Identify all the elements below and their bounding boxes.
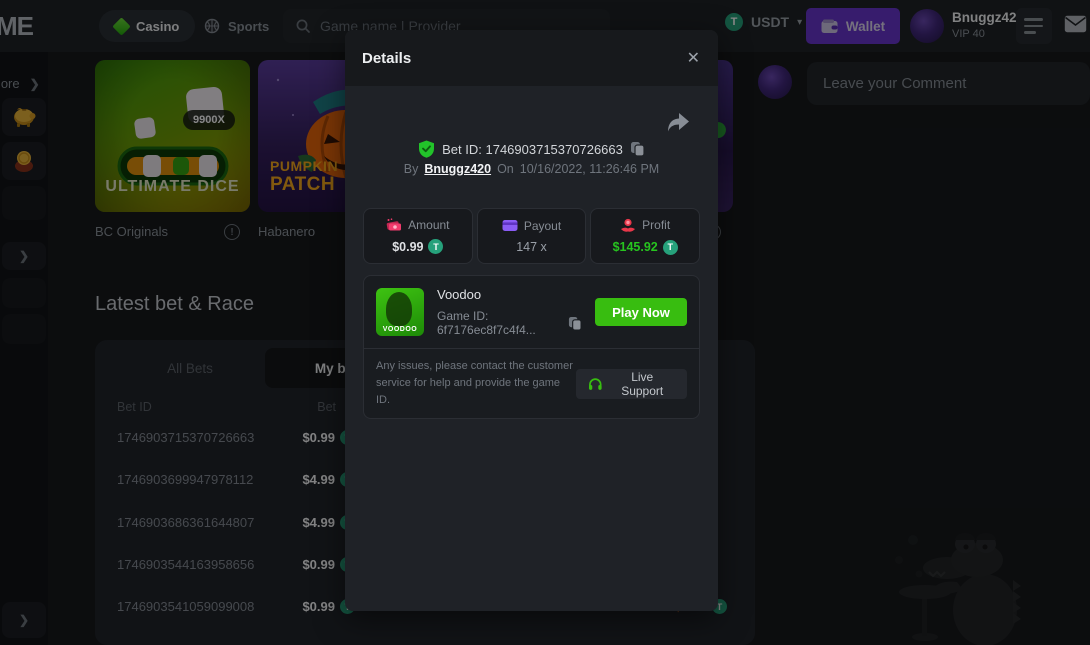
stat-label: Profit bbox=[642, 218, 670, 232]
on-label: On bbox=[497, 162, 514, 176]
modal-header: Details ✕ bbox=[345, 30, 718, 86]
play-now-button[interactable]: Play Now bbox=[595, 298, 687, 326]
support-row: Any issues, please contact the customer … bbox=[364, 349, 699, 418]
modal-title: Details bbox=[362, 50, 411, 67]
game-info: Voodoo Game ID: 6f7176ec8f7c4f4... bbox=[437, 287, 582, 337]
game-name: Voodoo bbox=[437, 287, 582, 302]
copy-icon bbox=[630, 141, 645, 157]
tether-coin-icon: T bbox=[428, 239, 443, 254]
headphones-icon bbox=[588, 377, 603, 391]
bet-meta-line: By Bnuggz420 On 10/16/2022, 11:26:46 PM bbox=[345, 162, 718, 176]
support-note: Any issues, please contact the customer … bbox=[376, 358, 576, 409]
casino-app: ME Casino Sports T USDT ▾ Wallet bbox=[0, 0, 1090, 645]
bettor-username-link[interactable]: Bnuggz420 bbox=[424, 162, 491, 176]
game-panel: VOODOO Voodoo Game ID: 6f7176ec8f7c4f4..… bbox=[363, 275, 700, 419]
live-support-label: Live Support bbox=[609, 370, 675, 398]
share-icon[interactable] bbox=[666, 112, 690, 134]
stat-label: Amount bbox=[408, 218, 449, 232]
bet-stats-row: Amount $0.99 T Payout 147 x bbox=[363, 208, 700, 264]
stat-label: Payout bbox=[524, 219, 561, 233]
verified-shield-icon bbox=[418, 140, 435, 158]
stat-amount: Amount $0.99 T bbox=[363, 208, 473, 264]
card-icon bbox=[502, 219, 518, 232]
money-icon bbox=[386, 218, 402, 232]
bet-details-modal: Details ✕ Bet ID: 1746903715370726663 By… bbox=[345, 30, 718, 611]
bet-datetime: 10/16/2022, 11:26:46 PM bbox=[520, 162, 659, 176]
copy-icon bbox=[568, 316, 582, 331]
thumb-label: VOODOO bbox=[376, 326, 424, 333]
voodoo-figure bbox=[386, 292, 412, 326]
live-support-button[interactable]: Live Support bbox=[576, 369, 687, 399]
stat-value: $0.99 bbox=[392, 240, 423, 254]
hand-coin-icon bbox=[620, 218, 636, 233]
game-id-text: Game ID: 6f7176ec8f7c4f4... bbox=[437, 309, 562, 337]
game-thumbnail[interactable]: VOODOO bbox=[376, 288, 424, 336]
stat-value: 147 x bbox=[516, 240, 547, 254]
by-label: By bbox=[404, 162, 419, 176]
stat-value: $145.92 bbox=[613, 240, 658, 254]
copy-bet-id-button[interactable] bbox=[630, 141, 645, 157]
game-row: VOODOO Voodoo Game ID: 6f7176ec8f7c4f4..… bbox=[364, 276, 699, 348]
stat-profit: Profit $145.92 T bbox=[590, 208, 700, 264]
stat-payout: Payout 147 x bbox=[477, 208, 587, 264]
bet-id-line: Bet ID: 1746903715370726663 bbox=[345, 140, 718, 158]
close-icon[interactable]: ✕ bbox=[687, 48, 700, 68]
copy-game-id-button[interactable] bbox=[568, 316, 582, 331]
game-id-line: Game ID: 6f7176ec8f7c4f4... bbox=[437, 309, 582, 337]
bet-id-text: Bet ID: 1746903715370726663 bbox=[442, 142, 623, 157]
tether-coin-icon: T bbox=[663, 240, 678, 255]
